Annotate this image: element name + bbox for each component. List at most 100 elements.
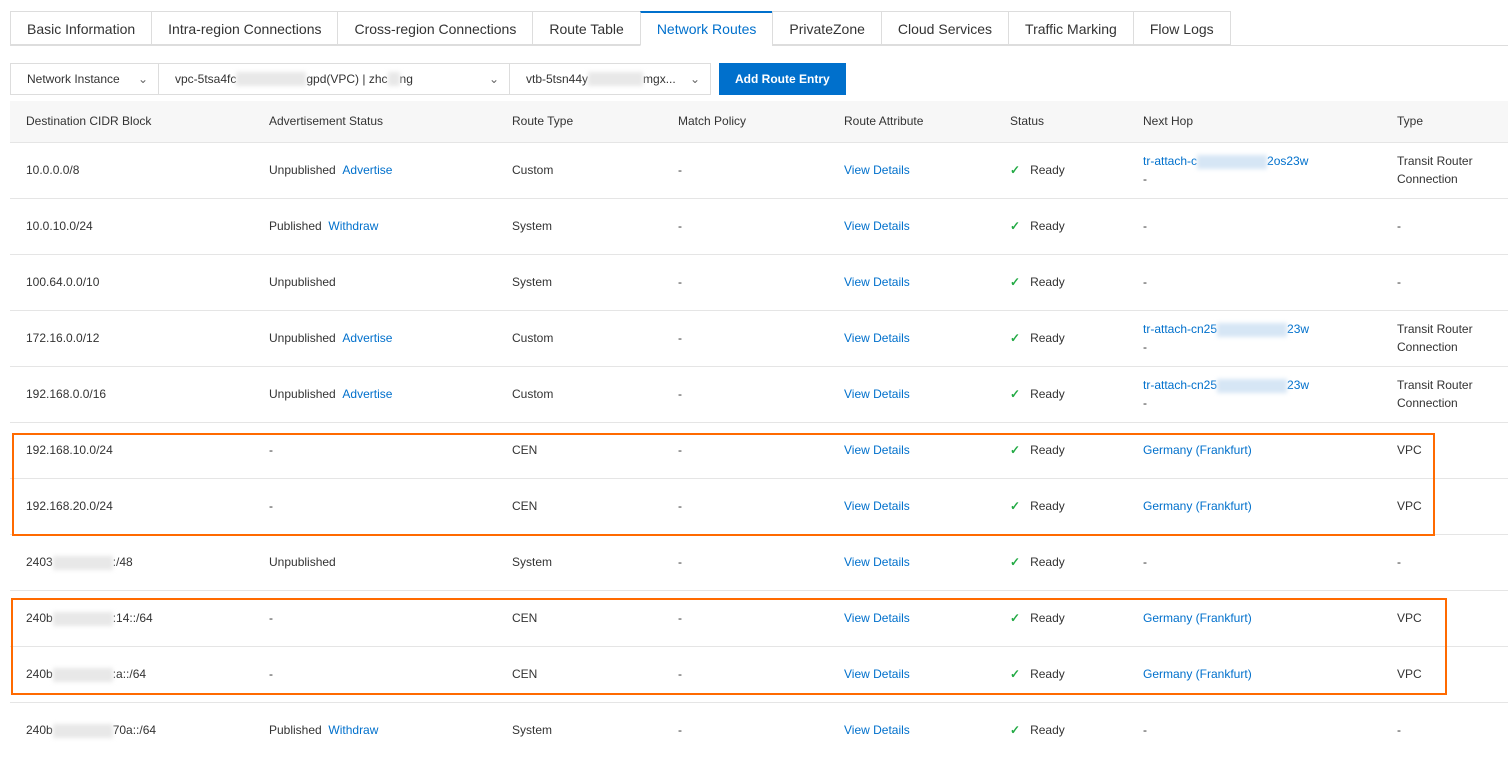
cidr-text-end: 70a::/64: [112, 723, 157, 738]
route-type: Custom: [512, 387, 554, 401]
next-hop-secondary: -: [1143, 396, 1147, 410]
cidr-text: 10.0.0.0/8: [26, 163, 80, 177]
advertisement-status: Unpublished: [269, 163, 336, 177]
tab-bar: Basic Information Intra-region Connection…: [10, 11, 1508, 46]
check-icon: ✓: [1010, 275, 1021, 289]
cidr-text: 2403: [26, 555, 53, 569]
view-details-link[interactable]: View Details: [844, 723, 910, 737]
view-details-link[interactable]: View Details: [844, 275, 910, 289]
column-header: Type: [1381, 101, 1508, 142]
next-hop-secondary: -: [1143, 340, 1147, 354]
tab-cloud-services[interactable]: Cloud Services: [880, 11, 1009, 45]
column-header: Route Attribute: [828, 101, 994, 142]
tab-intra-region-connections[interactable]: Intra-region Connections: [151, 11, 338, 45]
vpc-select[interactable]: vpc-5tsa4fc gpd(VPC) | zhc ng ⌄: [158, 63, 510, 95]
match-policy: -: [678, 163, 682, 177]
tab-traffic-marking[interactable]: Traffic Marking: [1008, 11, 1133, 45]
advertise-link[interactable]: Advertise: [342, 387, 392, 401]
match-policy: -: [678, 275, 682, 289]
tab-network-routes[interactable]: Network Routes: [639, 11, 773, 46]
tab-route-table[interactable]: Route Table: [532, 11, 640, 45]
table-row: 100.64.0.0/10 Unpublished System - View Deta…: [10, 253, 1508, 310]
toolbar: Network Instance ⌄ vpc-5tsa4fc gpd(VPC) | …: [10, 63, 846, 95]
match-policy: -: [678, 555, 682, 569]
tab-flow-logs[interactable]: Flow Logs: [1132, 11, 1231, 45]
view-details-link[interactable]: View Details: [844, 331, 910, 345]
chevron-down-icon: ⌄: [689, 72, 700, 86]
view-details-link[interactable]: View Details: [844, 387, 910, 401]
next-hop-text: -: [1143, 555, 1147, 569]
advertisement-status: Unpublished: [269, 555, 336, 569]
type-text: -: [1397, 275, 1401, 289]
advertise-link[interactable]: Advertise: [342, 163, 392, 177]
table-row: 192.168.0.0/16 Unpublished Advertise Custo…: [10, 365, 1508, 422]
status-text: Ready: [1030, 331, 1065, 345]
route-type: Custom: [512, 331, 554, 345]
vpc-value: vpc-5tsa4fc gpd(VPC) | zhc ng: [175, 71, 413, 87]
cidr-text: 192.168.0.0/16: [26, 387, 107, 401]
table-row: 240b 70a::/64 Published Withdraw System - Vie…: [10, 701, 1508, 758]
status-text: Ready: [1030, 219, 1065, 233]
highlight-box-ipv4-cen: [12, 433, 1435, 536]
check-icon: ✓: [1010, 387, 1021, 401]
next-hop-link[interactable]: tr-attach-cn25 23w: [1143, 322, 1309, 337]
column-header: Match Policy: [662, 101, 828, 142]
route-type: System: [512, 275, 553, 289]
cidr-text-end: :/48: [112, 555, 133, 569]
tab-cross-region-connections[interactable]: Cross-region Connections: [337, 11, 533, 45]
check-icon: ✓: [1010, 331, 1021, 345]
column-header: Route Type: [496, 101, 662, 142]
status-text: Ready: [1030, 387, 1065, 401]
next-hop-text: -: [1143, 723, 1147, 738]
route-type: System: [512, 723, 553, 738]
instance-type-value: Network Instance: [27, 72, 120, 86]
add-route-entry-button[interactable]: Add Route Entry: [719, 63, 846, 95]
table-row: 2403 :/48 Unpublished System - View Details ✓ R…: [10, 533, 1508, 590]
next-hop-secondary: -: [1143, 172, 1147, 186]
type-text: -: [1397, 555, 1401, 569]
route-type: System: [512, 219, 553, 233]
withdraw-link[interactable]: Withdraw: [328, 219, 378, 233]
status-text: Ready: [1030, 275, 1065, 289]
table-row: 172.16.0.0/12 Unpublished Advertise Custom…: [10, 309, 1508, 366]
cidr-text: 10.0.10.0/24: [26, 219, 93, 233]
chevron-down-icon: ⌄: [137, 72, 148, 86]
route-type: System: [512, 555, 553, 569]
view-details-link[interactable]: View Details: [844, 219, 910, 233]
advertise-link[interactable]: Advertise: [342, 331, 392, 345]
next-hop-link[interactable]: tr-attach-c 2os23w: [1143, 154, 1308, 169]
status-text: Ready: [1030, 723, 1065, 738]
match-policy: -: [678, 219, 682, 233]
instance-type-select[interactable]: Network Instance ⌄: [10, 63, 159, 95]
vtb-value: vtb-5tsn44y mgx...: [526, 71, 676, 87]
column-header: Destination CIDR Block: [10, 101, 253, 142]
advertisement-status: Unpublished: [269, 275, 336, 289]
column-header: Advertisement Status: [253, 101, 496, 142]
check-icon: ✓: [1010, 219, 1021, 233]
check-icon: ✓: [1010, 163, 1021, 177]
type-text: Transit Router Connection: [1397, 154, 1473, 186]
tab-basic-information[interactable]: Basic Information: [10, 11, 152, 45]
status-text: Ready: [1030, 163, 1065, 177]
withdraw-link[interactable]: Withdraw: [328, 723, 378, 737]
cidr-text: 240b: [26, 723, 53, 738]
match-policy: -: [678, 723, 682, 738]
status-text: Ready: [1030, 555, 1065, 569]
route-table-select[interactable]: vtb-5tsn44y mgx... ⌄: [509, 63, 711, 95]
check-icon: ✓: [1010, 555, 1021, 569]
view-details-link[interactable]: View Details: [844, 555, 910, 569]
chevron-down-icon: ⌄: [488, 72, 499, 86]
route-type: Custom: [512, 163, 554, 177]
type-text: Transit Router Connection: [1397, 378, 1473, 410]
column-header: Status: [994, 101, 1127, 142]
next-hop-text: -: [1143, 275, 1147, 289]
type-text: -: [1397, 723, 1401, 738]
tab-privatezone[interactable]: PrivateZone: [772, 11, 881, 45]
view-details-link[interactable]: View Details: [844, 163, 910, 177]
advertisement-status: Unpublished: [269, 331, 336, 345]
type-text: Transit Router Connection: [1397, 322, 1473, 354]
type-text: -: [1397, 219, 1401, 233]
next-hop-link[interactable]: tr-attach-cn25 23w: [1143, 378, 1309, 393]
cidr-text: 100.64.0.0/10: [26, 275, 100, 289]
advertisement-status: Published: [269, 723, 322, 738]
